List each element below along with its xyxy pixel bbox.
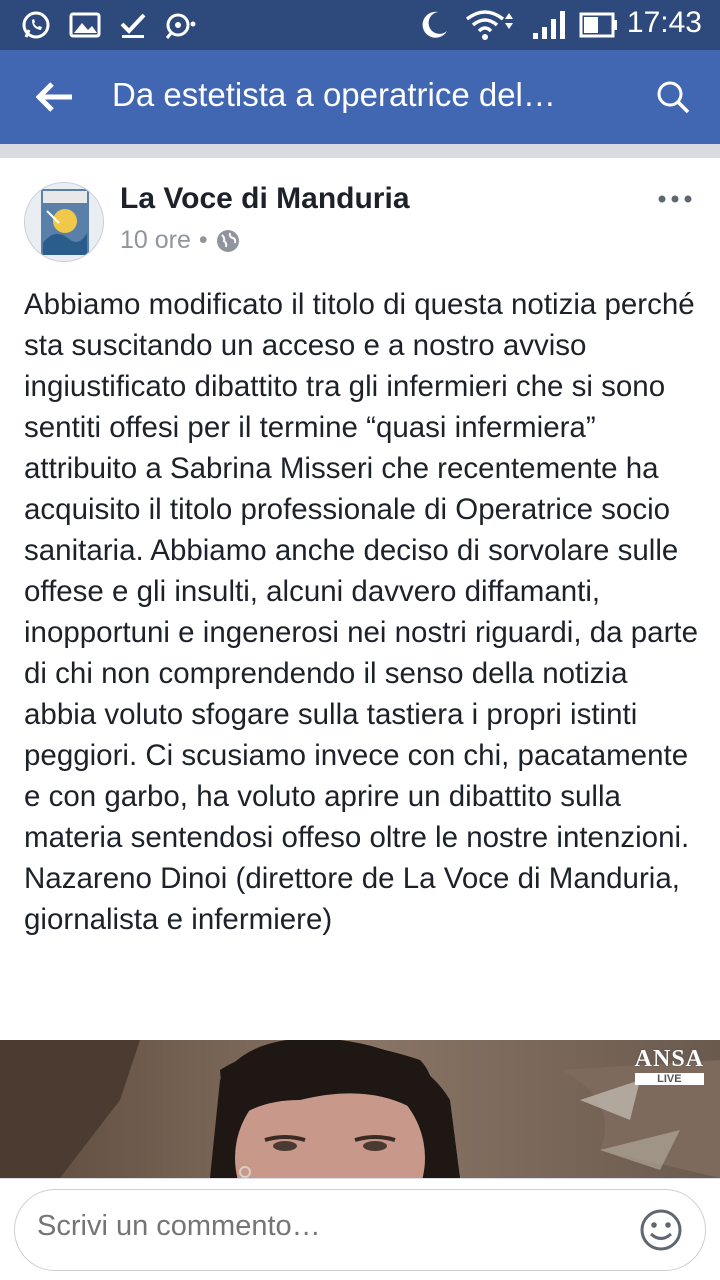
search-button[interactable] (648, 74, 698, 120)
more-dots-icon (658, 195, 692, 203)
search-icon (657, 81, 690, 114)
divider (0, 144, 720, 158)
post-time[interactable]: 10 ore (120, 226, 191, 255)
status-bar: 17:43 (0, 0, 720, 50)
comment-input[interactable] (37, 1210, 597, 1243)
emoji-button[interactable] (637, 1206, 685, 1254)
back-button[interactable] (30, 74, 80, 120)
battery-icon (578, 8, 620, 42)
whatsapp-icon (18, 8, 54, 42)
watermark-sub: LIVE (634, 1073, 704, 1085)
smiley-icon (640, 1209, 682, 1251)
wifi-icon (464, 8, 520, 42)
watermark-text: ANSA (634, 1046, 704, 1072)
post-meta: 10 ore • (120, 226, 240, 255)
globe-icon (216, 229, 239, 252)
page-logo (25, 183, 103, 261)
comment-box[interactable] (14, 1189, 706, 1271)
sync-icon (162, 8, 198, 42)
post-text: Abbiamo modificato il titolo di questa n… (24, 288, 699, 936)
check-icon (116, 8, 150, 42)
avatar[interactable] (24, 182, 104, 262)
more-options-button[interactable] (650, 182, 700, 216)
arrow-left-icon (36, 82, 72, 112)
post-photo[interactable]: ANSA LIVE (0, 1040, 720, 1178)
signal-icon (530, 8, 570, 42)
photo-watermark: ANSA LIVE (634, 1046, 704, 1085)
photo-image (0, 1040, 720, 1178)
post-body: Abbiamo modificato il titolo di questa n… (24, 284, 704, 940)
gallery-icon (68, 8, 102, 42)
meta-separator: • (198, 226, 208, 254)
status-time: 17:43 (626, 6, 702, 39)
comment-bar (0, 1178, 720, 1280)
app-bar: Da estetista a operatrice del… (0, 50, 720, 144)
moon-icon (416, 8, 452, 42)
post-author[interactable]: La Voce di Manduria (120, 182, 410, 216)
page-title: Da estetista a operatrice del… (112, 76, 556, 113)
